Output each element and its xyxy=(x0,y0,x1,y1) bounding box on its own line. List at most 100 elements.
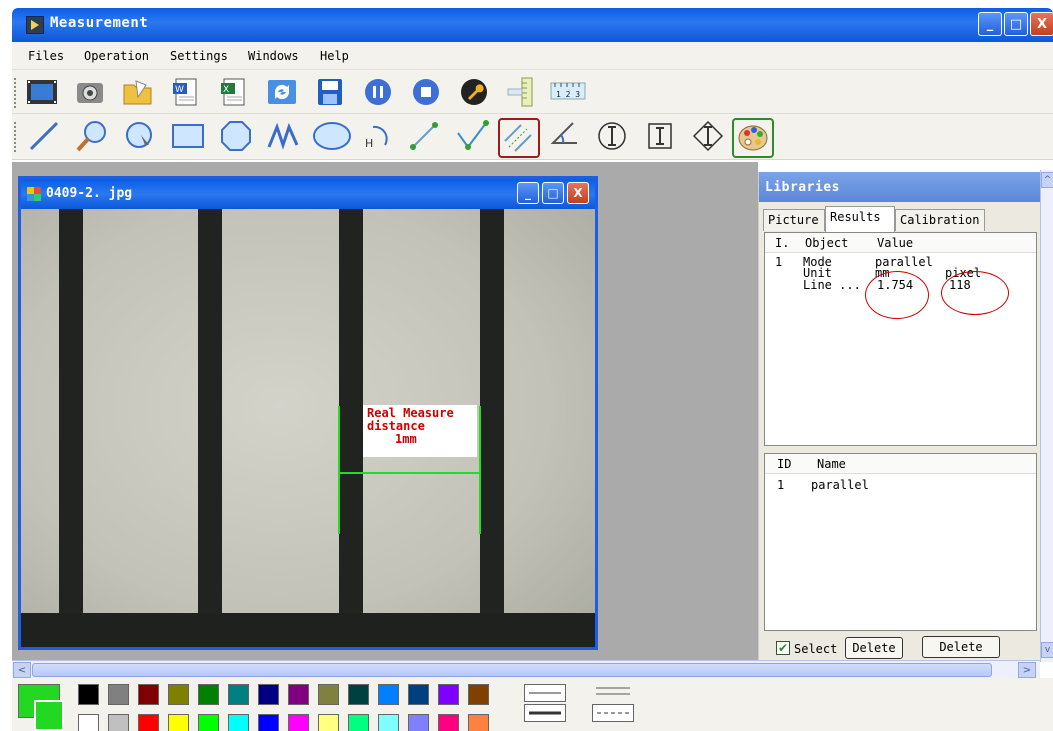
color-swatch[interactable] xyxy=(468,684,489,705)
menu-windows[interactable]: Windows xyxy=(248,49,299,63)
horizontal-ruler-button[interactable]: 1 2 3 xyxy=(548,74,588,110)
scroll-right-icon[interactable]: > xyxy=(1018,662,1036,678)
curve-tool-button[interactable] xyxy=(266,118,302,154)
menu-files[interactable]: Files xyxy=(28,49,64,63)
color-swatch[interactable] xyxy=(78,684,99,705)
open-button[interactable] xyxy=(120,74,156,110)
color-swatch[interactable] xyxy=(348,684,369,705)
line-tool-button[interactable] xyxy=(26,118,62,154)
circle-select-tool-button[interactable] xyxy=(122,118,158,154)
image-window[interactable]: 0409-2. jpg _ □ X Real Measure distance … xyxy=(18,176,598,650)
color-swatch[interactable] xyxy=(108,714,129,731)
polygon-tool-button[interactable] xyxy=(218,118,254,154)
results-list[interactable]: I. Object Value 1 Mode parallel Unit mm … xyxy=(764,232,1037,446)
color-swatch[interactable] xyxy=(78,714,99,731)
results-col-value[interactable]: Value xyxy=(877,237,913,249)
stop-button[interactable] xyxy=(408,74,444,110)
color-swatch[interactable] xyxy=(348,714,369,731)
scroll-left-icon[interactable]: < xyxy=(13,662,31,678)
ellipse-tool-button[interactable] xyxy=(312,118,352,154)
color-swatch[interactable] xyxy=(378,684,399,705)
color-swatch[interactable] xyxy=(468,714,489,731)
diamond-dimension-tool-button[interactable] xyxy=(690,118,726,154)
close-button[interactable]: X xyxy=(1030,12,1053,36)
color-swatch[interactable] xyxy=(378,714,399,731)
angle-check-tool-button[interactable] xyxy=(454,118,490,154)
color-swatch[interactable] xyxy=(138,684,159,705)
color-swatch[interactable] xyxy=(318,684,339,705)
image-close-button[interactable]: X xyxy=(567,182,589,204)
magnifier-tool-button[interactable] xyxy=(74,118,110,154)
color-swatch[interactable] xyxy=(258,684,279,705)
color-swatch[interactable] xyxy=(168,684,189,705)
minimize-button[interactable]: _ xyxy=(978,12,1002,36)
angle-tool-button[interactable] xyxy=(546,118,582,154)
arc-tool-button[interactable]: H xyxy=(358,118,394,154)
color-swatch[interactable] xyxy=(198,684,219,705)
results-col-object[interactable]: Object xyxy=(805,237,848,249)
rectangle-tool-button[interactable] xyxy=(170,118,206,154)
parallel-line-tool-button[interactable] xyxy=(498,118,540,158)
object-row-id[interactable]: 1 xyxy=(777,479,784,491)
select-checkbox[interactable]: ✔ xyxy=(776,641,790,655)
settings-button[interactable] xyxy=(456,74,492,110)
refresh-button[interactable] xyxy=(264,74,300,110)
vertical-dimension-tool-button[interactable] xyxy=(594,118,630,154)
menu-settings[interactable]: Settings xyxy=(170,49,228,63)
camera-button[interactable] xyxy=(72,74,108,110)
color-swatch[interactable] xyxy=(408,714,429,731)
delete-all-button[interactable]: Delete xyxy=(922,636,1000,658)
color-swatch[interactable] xyxy=(168,714,189,731)
measure-line-left[interactable] xyxy=(338,406,340,534)
line-style-thin[interactable] xyxy=(592,684,634,702)
maximize-button[interactable]: □ xyxy=(1004,12,1028,36)
toolbar-grip[interactable] xyxy=(14,78,17,108)
tab-calibration[interactable]: Calibration xyxy=(895,209,985,231)
image-minimize-button[interactable]: _ xyxy=(517,182,539,204)
image-maximize-button[interactable]: □ xyxy=(542,182,564,204)
tab-results[interactable]: Results xyxy=(825,206,895,232)
color-swatch[interactable] xyxy=(438,684,459,705)
delete-button[interactable]: Delete xyxy=(845,637,903,659)
image-window-titlebar[interactable]: 0409-2. jpg _ □ X xyxy=(21,179,595,209)
color-swatch[interactable] xyxy=(138,714,159,731)
word-export-button[interactable]: W xyxy=(168,74,204,110)
objects-col-id[interactable]: ID xyxy=(777,458,791,470)
objects-col-name[interactable]: Name xyxy=(817,458,846,470)
vertical-scrollbar[interactable]: ^ v xyxy=(1040,170,1053,662)
color-swatch[interactable] xyxy=(408,684,429,705)
results-col-id[interactable]: I. xyxy=(775,237,789,249)
scroll-thumb[interactable] xyxy=(32,663,992,677)
scroll-down-icon[interactable]: v xyxy=(1041,642,1053,658)
pause-button[interactable] xyxy=(360,74,396,110)
measure-connector[interactable] xyxy=(338,472,481,474)
objects-list[interactable]: ID Name 1 parallel xyxy=(764,453,1037,631)
color-swatch[interactable] xyxy=(288,714,309,731)
save-button[interactable] xyxy=(312,74,348,110)
color-swatch[interactable] xyxy=(228,714,249,731)
distance-tool-button[interactable] xyxy=(406,118,442,154)
excel-export-button[interactable]: X xyxy=(216,74,252,110)
scroll-up-icon[interactable]: ^ xyxy=(1041,172,1053,188)
tab-picture[interactable]: Picture xyxy=(763,209,825,231)
color-swatch[interactable] xyxy=(318,714,339,731)
menu-help[interactable]: Help xyxy=(320,49,349,63)
filmstrip-button[interactable] xyxy=(24,74,60,110)
color-swatch[interactable] xyxy=(258,714,279,731)
line-style-solid[interactable] xyxy=(524,684,566,702)
line-style-thick[interactable] xyxy=(524,704,566,722)
current-background-color[interactable] xyxy=(34,700,64,731)
color-palette-button[interactable] xyxy=(732,118,774,158)
color-swatch[interactable] xyxy=(228,684,249,705)
box-dimension-tool-button[interactable] xyxy=(642,118,678,154)
measure-line-right[interactable] xyxy=(479,406,481,534)
toolbar-grip-2[interactable] xyxy=(14,122,17,152)
color-swatch[interactable] xyxy=(198,714,219,731)
object-row-name[interactable]: parallel xyxy=(811,479,869,491)
color-swatch[interactable] xyxy=(288,684,309,705)
horizontal-scrollbar[interactable]: < > xyxy=(12,660,1040,678)
select-label[interactable]: Select xyxy=(794,642,837,656)
color-swatch[interactable] xyxy=(438,714,459,731)
image-canvas[interactable]: Real Measure distance 1mm xyxy=(21,209,595,647)
menu-operation[interactable]: Operation xyxy=(84,49,149,63)
